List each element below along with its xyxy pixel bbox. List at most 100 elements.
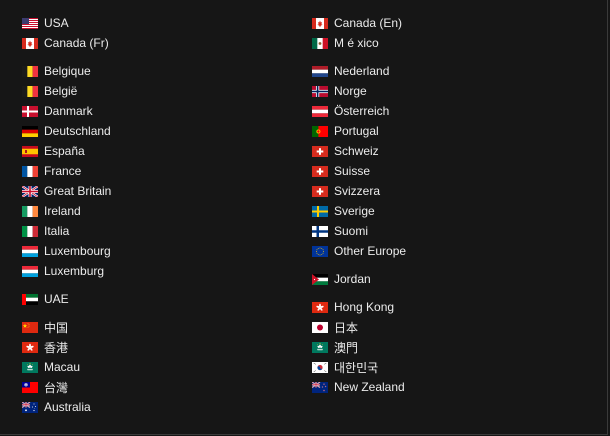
flag-ca-icon xyxy=(312,17,328,29)
region-label: Jordan xyxy=(334,272,371,286)
region-label: Great Britain xyxy=(44,184,112,198)
region-link-belgie[interactable]: België xyxy=(22,81,292,101)
region-link-hong-kong[interactable]: Hong Kong xyxy=(312,297,582,317)
region-link-hong-kong-zh[interactable]: 香港 xyxy=(22,337,292,357)
region-column-left: USA Canada (Fr) Belgique België Danmark Deuts… xyxy=(22,13,292,425)
region-link-svizzera[interactable]: Svizzera xyxy=(312,181,582,201)
region-link-jordan[interactable]: Jordan xyxy=(312,269,582,289)
region-link-korea[interactable]: 대한민국 xyxy=(312,357,582,377)
region-column-right: Canada (En) M é xico Nederland Norge Österre… xyxy=(312,13,582,405)
region-label: 香港 xyxy=(44,340,69,355)
region-link-japan[interactable]: 日本 xyxy=(312,317,582,337)
region-link-taiwan[interactable]: 台灣 xyxy=(22,377,292,397)
region-link-belgique[interactable]: Belgique xyxy=(22,61,292,81)
flag-tw-icon xyxy=(22,381,38,393)
region-link-usa[interactable]: USA xyxy=(22,13,292,33)
region-label: España xyxy=(44,144,85,158)
region-link-norge[interactable]: Norge xyxy=(312,81,582,101)
region-label: Suisse xyxy=(334,164,371,178)
region-label: Luxemburg xyxy=(44,264,105,278)
flag-gb-icon xyxy=(22,185,38,197)
region-link-new-zealand[interactable]: New Zealand xyxy=(312,377,582,397)
region-label: Norge xyxy=(334,84,367,98)
region-label: 澳門 xyxy=(334,340,359,355)
region-label: België xyxy=(44,84,78,98)
region-link-mexico[interactable]: M é xico xyxy=(312,33,582,53)
region-link-luxemburg[interactable]: Luxemburg xyxy=(22,261,292,281)
region-link-deutschland[interactable]: Deutschland xyxy=(22,121,292,141)
region-group: 中国香港 Macau 台灣 Australia xyxy=(22,317,292,417)
region-label: Svizzera xyxy=(334,184,381,198)
flag-se-icon xyxy=(312,205,328,217)
region-group: Canada (En) M é xico xyxy=(312,13,582,53)
region-label: 日本 xyxy=(334,320,359,335)
flag-mo-icon xyxy=(22,361,38,373)
region-label: Ireland xyxy=(44,204,81,218)
region-link-australia[interactable]: Australia xyxy=(22,397,292,417)
region-link-osterreich[interactable]: Österreich xyxy=(312,101,582,121)
flag-no-icon xyxy=(312,85,328,97)
flag-nl-icon xyxy=(312,65,328,77)
region-link-sverige[interactable]: Sverige xyxy=(312,201,582,221)
region-link-suisse[interactable]: Suisse xyxy=(312,161,582,181)
flag-at-icon xyxy=(312,105,328,117)
region-label: Suomi xyxy=(334,224,369,238)
region-label: Australia xyxy=(44,400,91,414)
region-link-other-europe[interactable]: Other Europe xyxy=(312,241,582,261)
flag-us-icon xyxy=(22,17,38,29)
region-group: Jordan xyxy=(312,269,582,289)
region-link-luxembourg[interactable]: Luxembourg xyxy=(22,241,292,261)
region-label: Portugal xyxy=(334,124,379,138)
region-label: UAE xyxy=(44,292,69,306)
region-group: Nederland Norge Österreich Portugal Schweiz S… xyxy=(312,61,582,261)
region-link-portugal[interactable]: Portugal xyxy=(312,121,582,141)
region-link-china[interactable]: 中国 xyxy=(22,317,292,337)
region-group: UAE xyxy=(22,289,292,309)
region-label: Macau xyxy=(44,360,81,374)
region-link-ireland[interactable]: Ireland xyxy=(22,201,292,221)
flag-cn-icon xyxy=(22,321,38,333)
region-label: USA xyxy=(44,16,69,30)
region-label: Schweiz xyxy=(334,144,379,158)
region-link-nederland[interactable]: Nederland xyxy=(312,61,582,81)
region-link-danmark[interactable]: Danmark xyxy=(22,101,292,121)
region-link-france[interactable]: France xyxy=(22,161,292,181)
region-group: Belgique België Danmark Deutschland España Fr… xyxy=(22,61,292,281)
flag-lu-icon xyxy=(22,265,38,277)
region-label: Canada (Fr) xyxy=(44,36,109,50)
flag-ae-icon xyxy=(22,293,38,305)
flag-hk-icon xyxy=(312,301,328,313)
region-link-macau-zh[interactable]: 澳門 xyxy=(312,337,582,357)
region-label: Österreich xyxy=(334,104,390,118)
region-label: Sverige xyxy=(334,204,375,218)
flag-mx-icon xyxy=(312,37,328,49)
region-link-great-britain[interactable]: Great Britain xyxy=(22,181,292,201)
region-link-espana[interactable]: España xyxy=(22,141,292,161)
region-link-canada-en[interactable]: Canada (En) xyxy=(312,13,582,33)
region-label: Belgique xyxy=(44,64,91,78)
region-link-canada-fr[interactable]: Canada (Fr) xyxy=(22,33,292,53)
region-link-suomi[interactable]: Suomi xyxy=(312,221,582,241)
flag-ie-icon xyxy=(22,205,38,217)
region-link-italia[interactable]: Italia xyxy=(22,221,292,241)
region-label: Danmark xyxy=(44,104,93,118)
flag-ch-icon xyxy=(312,145,328,157)
flag-jo-icon xyxy=(312,273,328,285)
flag-kr-icon xyxy=(312,361,328,373)
flag-be-icon xyxy=(22,65,38,77)
region-label: Other Europe xyxy=(334,244,407,258)
region-label: 中国 xyxy=(44,320,69,335)
flag-ch-icon xyxy=(312,185,328,197)
region-group: Hong Kong 日本澳門 대한민국 New Zealand xyxy=(312,297,582,397)
region-link-schweiz[interactable]: Schweiz xyxy=(312,141,582,161)
region-label: Canada (En) xyxy=(334,16,403,30)
region-label: France xyxy=(44,164,82,178)
region-label: Italia xyxy=(44,224,70,238)
region-link-uae[interactable]: UAE xyxy=(22,289,292,309)
flag-pt-icon xyxy=(312,125,328,137)
flag-jp-icon xyxy=(312,321,328,333)
region-label: Deutschland xyxy=(44,124,111,138)
region-link-macau[interactable]: Macau xyxy=(22,357,292,377)
flag-fr-icon xyxy=(22,165,38,177)
region-label: 台灣 xyxy=(44,380,69,395)
